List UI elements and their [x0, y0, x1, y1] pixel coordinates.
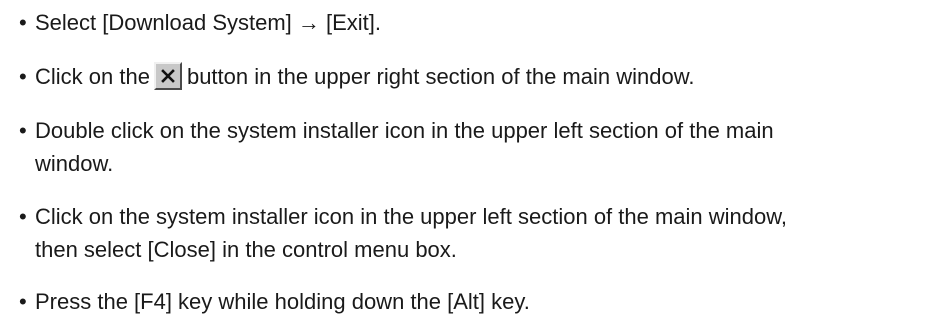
bullet: • [19, 204, 27, 229]
item-text-line2: then select [Close] in the control menu … [35, 237, 457, 262]
item-text: Click on the system installer icon in th… [35, 200, 935, 266]
bullet: • [19, 289, 27, 314]
item-text-before: Click on the [35, 64, 150, 89]
item-text-after: button in the upper right section of the… [186, 64, 695, 89]
item-text-line1: Double click on the system installer ico… [35, 118, 774, 143]
bullet: • [19, 10, 27, 35]
item-text: Click on the button in the upper right se… [35, 60, 935, 93]
item-text-line1: Click on the system installer icon in th… [35, 204, 788, 229]
bullet: • [19, 118, 27, 143]
item-text-line2: window. [35, 151, 114, 176]
bullet: • [19, 64, 27, 89]
close-x-icon [153, 62, 182, 90]
item-text: Double click on the system installer ico… [35, 114, 935, 180]
item-text: Press the [F4] key while holding down th… [35, 289, 530, 314]
item-text: Select [Download System] → [Exit]. [35, 10, 382, 35]
